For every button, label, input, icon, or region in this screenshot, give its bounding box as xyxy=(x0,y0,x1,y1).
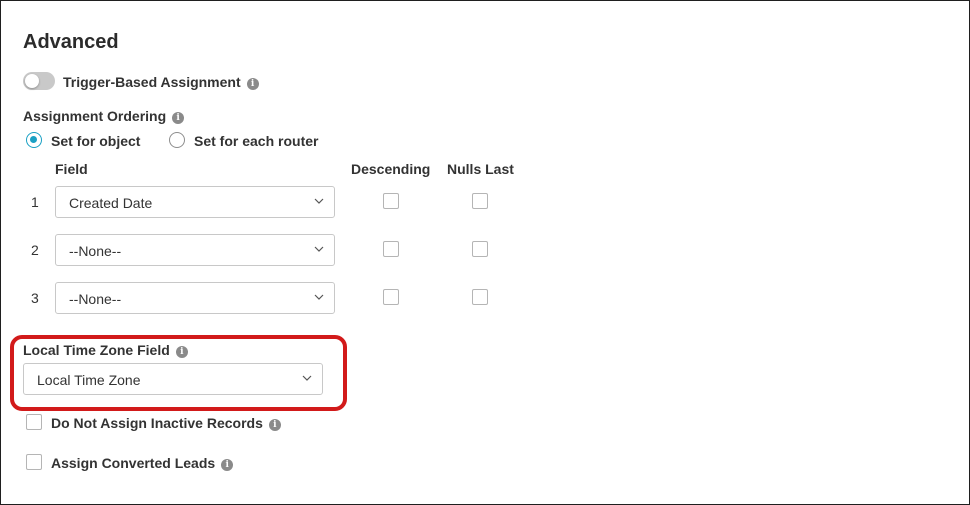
select-value: Local Time Zone xyxy=(37,372,141,388)
do-not-assign-inactive-checkbox[interactable] xyxy=(26,414,42,430)
select-value: Created Date xyxy=(69,195,153,211)
radio-set-for-object-label[interactable]: Set for object xyxy=(51,133,140,149)
assign-converted-leads-checkbox[interactable] xyxy=(26,454,42,470)
trigger-label-text: Trigger-Based Assignment xyxy=(63,74,241,90)
descending-checkbox-row-1[interactable] xyxy=(383,193,399,209)
local-time-zone-field-text: Local Time Zone Field xyxy=(23,342,170,358)
chevron-down-icon xyxy=(302,375,312,381)
info-icon[interactable]: i xyxy=(175,346,188,358)
info-icon[interactable]: i xyxy=(221,459,234,471)
column-header-nulls-last: Nulls Last xyxy=(447,161,514,177)
assign-converted-leads-text[interactable]: Assign Converted Leads xyxy=(51,455,215,471)
field-select-row-1[interactable]: Created Date xyxy=(55,186,335,218)
local-time-zone-select[interactable]: Local Time Zone xyxy=(23,363,323,395)
radio-set-for-each-router[interactable] xyxy=(169,132,185,148)
info-icon[interactable]: i xyxy=(268,419,281,431)
column-header-descending: Descending xyxy=(351,161,431,177)
field-select-row-3[interactable]: --None-- xyxy=(55,282,335,314)
section-title: Advanced xyxy=(23,31,119,53)
trigger-based-assignment-toggle[interactable] xyxy=(23,72,55,90)
chevron-down-icon xyxy=(314,246,324,252)
assignment-ordering-label: Assignment Ordering i xyxy=(23,108,185,124)
select-value: --None-- xyxy=(69,291,122,307)
trigger-based-assignment-label: Trigger-Based Assignment i xyxy=(63,74,259,90)
do-not-assign-inactive-text[interactable]: Do Not Assign Inactive Records xyxy=(51,415,263,431)
nulls-last-checkbox-row-1[interactable] xyxy=(472,193,488,209)
row-number: 2 xyxy=(31,242,39,258)
descending-checkbox-row-3[interactable] xyxy=(383,289,399,305)
descending-checkbox-row-2[interactable] xyxy=(383,241,399,257)
do-not-assign-inactive-label: Do Not Assign Inactive Records i xyxy=(51,415,281,431)
nulls-last-checkbox-row-3[interactable] xyxy=(472,289,488,305)
nulls-last-checkbox-row-2[interactable] xyxy=(472,241,488,257)
chevron-down-icon xyxy=(314,294,324,300)
radio-set-for-each-router-label[interactable]: Set for each router xyxy=(194,133,318,149)
select-value: --None-- xyxy=(69,243,122,259)
assign-converted-leads-label: Assign Converted Leads i xyxy=(51,455,234,471)
info-icon[interactable]: i xyxy=(172,112,185,124)
field-select-row-2[interactable]: --None-- xyxy=(55,234,335,266)
assignment-ordering-text: Assignment Ordering xyxy=(23,108,167,124)
row-number: 3 xyxy=(31,290,39,306)
row-number: 1 xyxy=(31,194,39,210)
local-time-zone-field-label: Local Time Zone Field i xyxy=(23,342,188,358)
advanced-panel: Advanced Trigger-Based Assignment i Assig… xyxy=(0,0,970,505)
radio-set-for-object[interactable] xyxy=(26,132,42,148)
toggle-knob xyxy=(25,74,39,88)
chevron-down-icon xyxy=(314,198,324,204)
info-icon[interactable]: i xyxy=(246,78,259,90)
column-header-field: Field xyxy=(55,161,88,177)
